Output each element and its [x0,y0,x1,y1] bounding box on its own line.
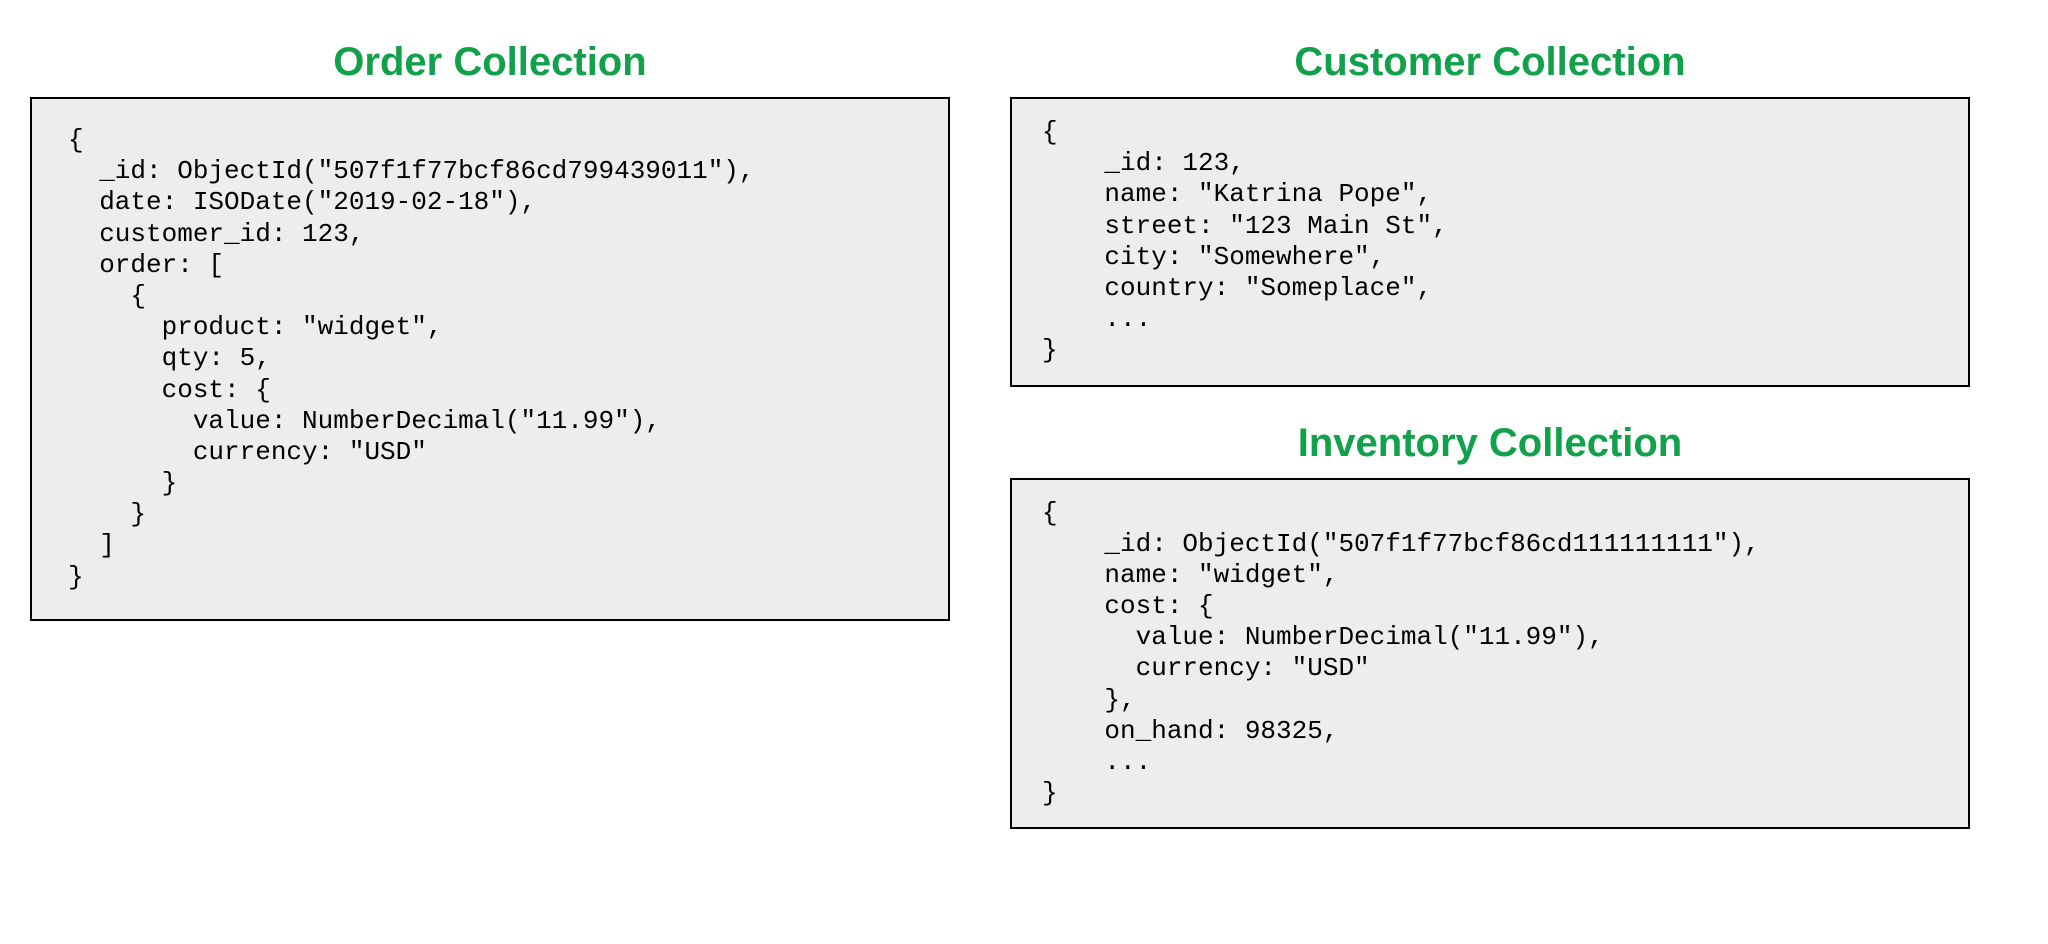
document-root: Order Collection { _id: ObjectId("507f1f… [0,0,2048,903]
customer-collection-code: { _id: 123, name: "Katrina Pope", street… [1010,97,1970,387]
customer-collection-title: Customer Collection [1010,40,1970,85]
inventory-collection-title: Inventory Collection [1010,421,1970,466]
order-collection-code: { _id: ObjectId("507f1f77bcf86cd79943901… [30,97,950,621]
right-column: Customer Collection { _id: 123, name: "K… [1010,40,1970,863]
inventory-collection-code: { _id: ObjectId("507f1f77bcf86cd11111111… [1010,478,1970,830]
order-collection-title: Order Collection [30,40,950,85]
left-column: Order Collection { _id: ObjectId("507f1f… [30,40,950,863]
